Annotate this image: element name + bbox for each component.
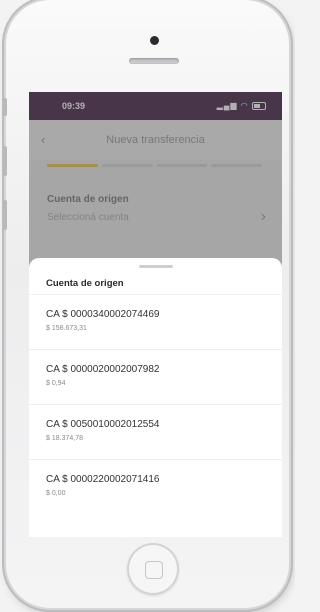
account-item[interactable]: CA $ 0000340002074469 $ 158.673,31 [29, 294, 282, 349]
volume-up-button [3, 146, 7, 176]
account-number: CA $ 0000340002074469 [46, 309, 160, 320]
account-balance: $ 0,94 [46, 380, 66, 387]
account-list: CA $ 0000340002074469 $ 158.673,31 CA $ … [29, 294, 282, 514]
account-item[interactable]: CA $ 0000020002007982 $ 0,94 [29, 349, 282, 404]
sheet-title: Cuenta de origen [46, 278, 124, 289]
account-number: CA $ 0050010002012554 [46, 419, 160, 430]
account-item[interactable]: CA $ 0000220002071416 $ 0,00 [29, 459, 282, 514]
account-balance: $ 158.673,31 [46, 325, 87, 332]
sheet-grabber[interactable] [139, 265, 173, 268]
account-balance: $ 18.374,78 [46, 435, 83, 442]
account-balance: $ 0,00 [46, 490, 66, 497]
phone-screen: 09:39 ▂▄▆ ◠ ‹ Nueva transferencia Cuenta… [29, 92, 282, 537]
account-item[interactable]: CA $ 0050010002012554 $ 18.374,78 [29, 404, 282, 459]
account-picker-sheet: Cuenta de origen CA $ 0000340002074469 $… [29, 258, 282, 537]
stage: 09:39 ▂▄▆ ◠ ‹ Nueva transferencia Cuenta… [0, 0, 295, 612]
account-number: CA $ 0000220002071416 [46, 474, 160, 485]
earpiece-speaker [129, 58, 179, 64]
front-camera [150, 36, 159, 45]
mute-switch [3, 98, 7, 116]
home-button[interactable] [127, 543, 179, 595]
home-square-icon [145, 561, 163, 579]
account-number: CA $ 0000020002007982 [46, 364, 160, 375]
volume-down-button [3, 200, 7, 230]
